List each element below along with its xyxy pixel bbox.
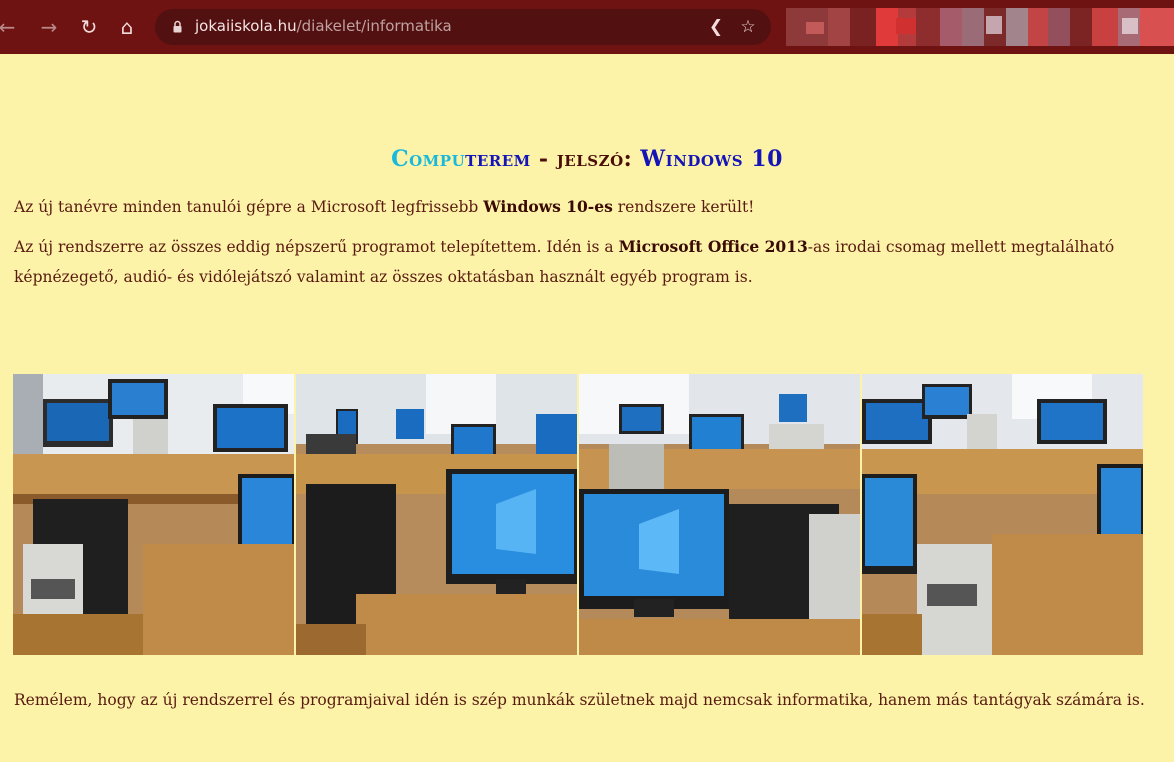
computer-lab-photo-3[interactable] xyxy=(579,374,860,655)
computer-lab-photo-4[interactable] xyxy=(862,374,1143,655)
p1-text: Az új tanévre minden tanulói gépre a Mic… xyxy=(14,198,484,216)
p2-bold: Microsoft Office 2013 xyxy=(618,237,808,256)
p1-text-end: rendszere került! xyxy=(612,198,755,216)
title-windows: Windows 10 xyxy=(640,146,783,172)
browser-toolbar: ← → ↻ ⌂ jokaiiskola.hu/diakelet/informat… xyxy=(0,0,1174,54)
url-host: jokaiiskola.hu xyxy=(195,17,297,35)
address-bar[interactable]: jokaiiskola.hu/diakelet/informatika ❮ ☆ xyxy=(155,9,771,45)
closing-paragraph: Remélem, hogy az új rendszerrel és progr… xyxy=(14,691,1145,709)
computer-lab-photo-2[interactable] xyxy=(296,374,577,655)
title-rest: terem xyxy=(465,146,531,172)
p1-bold: Windows 10-es xyxy=(483,197,613,216)
home-icon[interactable]: ⌂ xyxy=(114,14,140,40)
reload-icon[interactable]: ↻ xyxy=(76,14,102,40)
url-path: /diakelet/informatika xyxy=(296,17,452,35)
photo-gallery xyxy=(13,374,1143,655)
title-separator: - jelszó: xyxy=(530,146,641,172)
software-paragraph: Az új rendszerre az összes eddig népszer… xyxy=(14,232,1162,292)
extensions-area xyxy=(786,8,1174,46)
computer-lab-photo-1[interactable] xyxy=(13,374,294,655)
lock-icon xyxy=(173,20,182,33)
bookmark-star-icon[interactable]: ☆ xyxy=(735,14,761,40)
p2-text: Az új rendszerre az összes eddig népszer… xyxy=(14,238,619,256)
forward-arrow-icon[interactable]: → xyxy=(36,14,62,40)
back-arrow-icon[interactable]: ← xyxy=(0,14,20,40)
page-title: Computerem - jelszó: Windows 10 xyxy=(0,146,1174,172)
intro-paragraph: Az új tanévre minden tanulói gépre a Mic… xyxy=(14,192,1162,222)
share-icon[interactable]: ❮ xyxy=(703,14,729,40)
title-highlight: Compu xyxy=(391,146,466,172)
url-text[interactable]: jokaiiskola.hu/diakelet/informatika xyxy=(195,17,452,35)
